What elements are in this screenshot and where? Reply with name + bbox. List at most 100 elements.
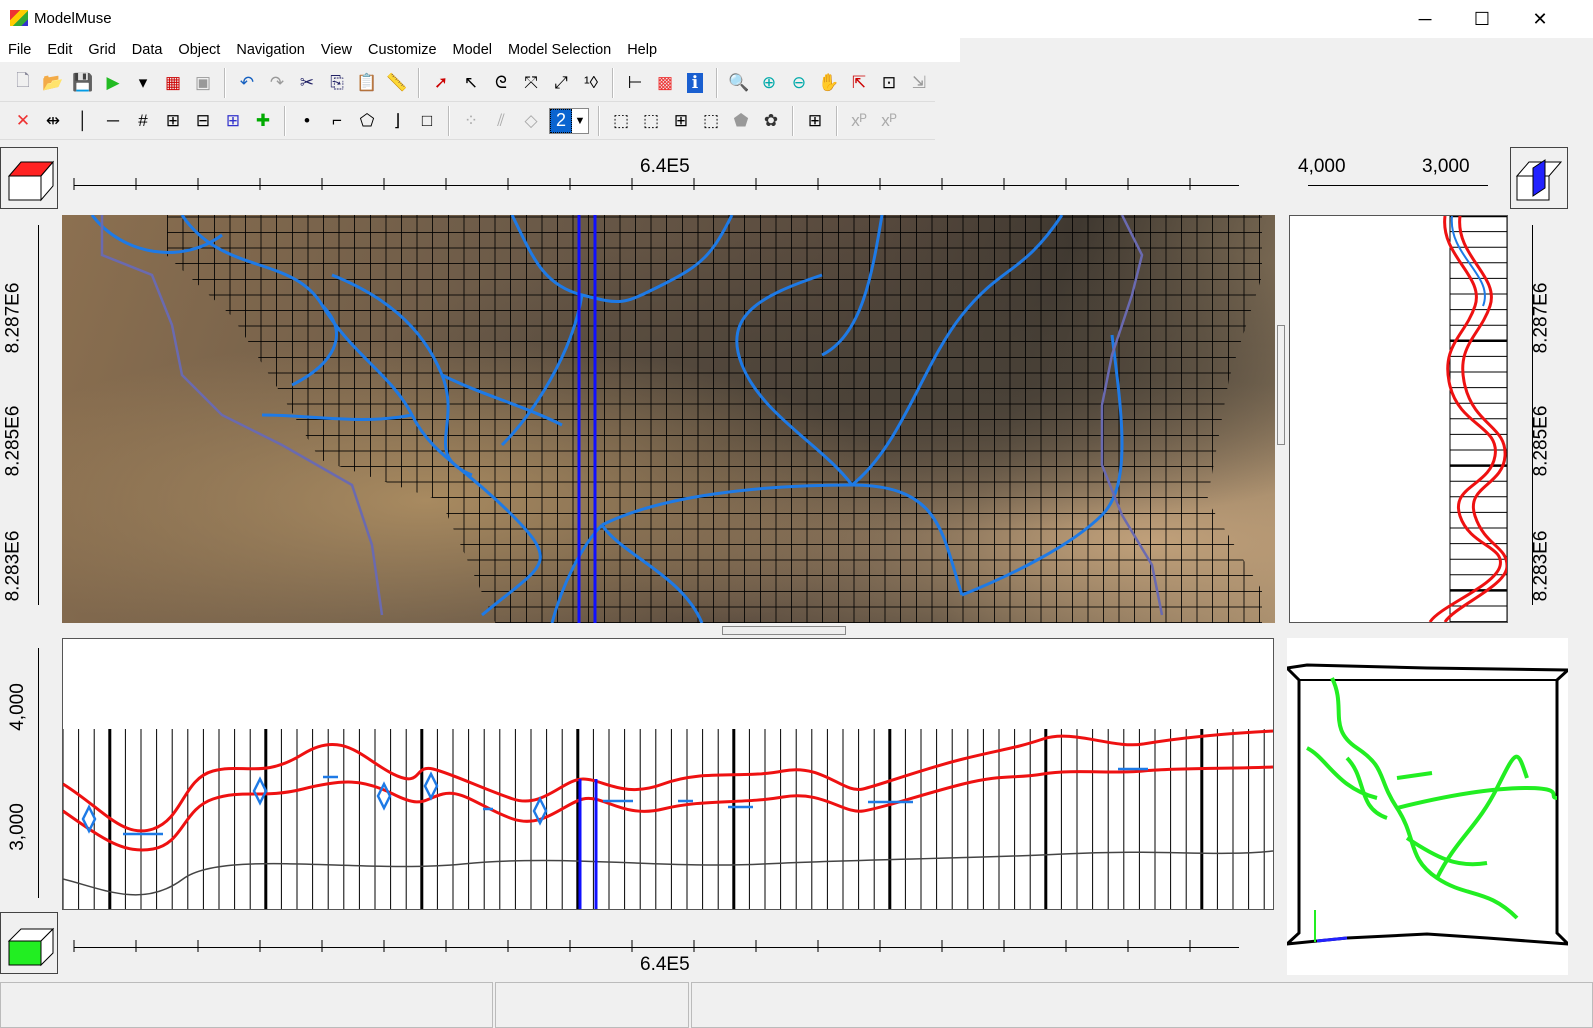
x-ruler-label: 3,000	[1422, 156, 1470, 178]
shapes-button[interactable]: ◇	[517, 107, 545, 135]
color-grid-button[interactable]: ▦	[159, 69, 187, 97]
lines-button[interactable]: ⫽	[487, 107, 515, 135]
save-button[interactable]: 💾	[69, 69, 97, 97]
paste-button[interactable]: 📋	[353, 69, 381, 97]
pan-hand-button[interactable]: ✋	[815, 69, 843, 97]
app-icon	[10, 10, 28, 26]
select-arrow-button[interactable]: ➚	[427, 69, 455, 97]
menu-view[interactable]: View	[313, 38, 360, 58]
cube-view-button[interactable]: ⬚	[607, 107, 635, 135]
cut-button[interactable]: ✂	[293, 69, 321, 97]
spacing-button[interactable]: ⊞	[159, 107, 187, 135]
zoom-extents-button[interactable]: ⇱	[845, 69, 873, 97]
generate-grid-button[interactable]: ⊞	[219, 107, 247, 135]
menu-model-selection[interactable]: Model Selection	[500, 38, 619, 58]
menu-object[interactable]: Object	[170, 38, 228, 58]
top-view-x-ruler: 6.4E5	[62, 148, 1277, 214]
side-view[interactable]	[1289, 215, 1508, 623]
top-view-cube-button[interactable]	[0, 147, 58, 209]
object-tree-button[interactable]: ⊢	[621, 69, 649, 97]
draw-polyline-icon: ⌐	[332, 111, 342, 131]
shapes-icon: ◇	[524, 111, 537, 131]
zoom-fit-button[interactable]: ⊡	[875, 69, 903, 97]
cube-side-button[interactable]: ⬚	[697, 107, 725, 135]
front-view-cube-button[interactable]	[0, 912, 58, 974]
draw-point-button[interactable]: •	[293, 107, 321, 135]
add-vertex-button[interactable]: ⤢	[547, 69, 575, 97]
zoom-extents-icon: ⇱	[852, 73, 866, 93]
vertex-value-button[interactable]: ¹◊	[577, 69, 605, 97]
smooth-grid-button[interactable]: ⊟	[189, 107, 217, 135]
delete-vertex-button[interactable]: ⤧	[517, 69, 545, 97]
menu-model[interactable]: Model	[445, 38, 501, 58]
lasso-button[interactable]: ᘓ	[487, 69, 515, 97]
menu-help[interactable]: Help	[619, 38, 665, 58]
draw-rectangle-button[interactable]: □	[413, 107, 441, 135]
y-ruler-label: 4,000	[7, 683, 29, 731]
top-view-map[interactable]	[62, 215, 1275, 623]
menu-grid[interactable]: Grid	[80, 38, 123, 58]
minimize-button[interactable]: ─	[1396, 0, 1454, 38]
blue-cube-icon	[1511, 148, 1567, 208]
menu-edit[interactable]: Edit	[39, 38, 80, 58]
close-button[interactable]: ✕	[1511, 0, 1569, 38]
redo-button[interactable]: ↷	[263, 69, 291, 97]
menu-file[interactable]: File	[0, 38, 39, 58]
chevron-down-icon[interactable]: ▼	[572, 109, 588, 133]
menu-navigation[interactable]: Navigation	[228, 38, 313, 58]
menu-customize[interactable]: Customize	[360, 38, 445, 58]
info-button[interactable]: ℹ	[681, 69, 709, 97]
zoom-button[interactable]: 🔍	[725, 69, 753, 97]
cube-top-button[interactable]: ⬚	[637, 107, 665, 135]
move-column-button[interactable]: ⇹	[39, 107, 67, 135]
info-icon: ℹ	[687, 73, 703, 93]
grid-button[interactable]: #	[129, 107, 157, 135]
copy-button[interactable]: ⎘	[323, 69, 351, 97]
add-row-button[interactable]: ─	[99, 107, 127, 135]
select-point-button[interactable]: ↖	[457, 69, 485, 97]
new-file-button[interactable]: 🗋	[9, 69, 37, 97]
points-button[interactable]: ⁘	[457, 107, 485, 135]
solid-shape-button[interactable]: ⬟	[727, 107, 755, 135]
copy-icon: ⎘	[330, 73, 344, 93]
zoom-previous-button[interactable]: ⇲	[905, 69, 933, 97]
layer-select[interactable]: 2▼	[549, 108, 589, 134]
side-view-cube-button[interactable]	[1510, 147, 1568, 209]
pilot-point2-button[interactable]: xᴾ	[875, 107, 903, 135]
draw-polygon-button[interactable]: ⬠	[353, 107, 381, 135]
measure-ruler-button[interactable]: 📏	[383, 69, 411, 97]
spacing-icon: ⊞	[166, 111, 180, 131]
splitter-handle[interactable]	[722, 626, 846, 635]
x-ruler-label: 4,000	[1298, 156, 1346, 178]
cube-grid-button[interactable]: ⊞	[667, 107, 695, 135]
pilot-point-button[interactable]: xᴾ	[845, 107, 873, 135]
draw-straight-line-icon: ⌋	[394, 111, 401, 131]
rotate-grid-button[interactable]: ✚	[249, 107, 277, 135]
points-icon: ⁘	[464, 111, 478, 131]
zoom-out-button[interactable]: ⊖	[785, 69, 813, 97]
draw-polyline-button[interactable]: ⌐	[323, 107, 351, 135]
export-image-icon: ▣	[195, 73, 211, 93]
y-ruler-label: 3,000	[7, 803, 29, 851]
run-model-button[interactable]: ▶	[99, 69, 127, 97]
export-image-button[interactable]: ▣	[189, 69, 217, 97]
blob-button[interactable]: ✿	[757, 107, 785, 135]
color-legend-button[interactable]: ▩	[651, 69, 679, 97]
y-ruler-label: 8.287E6	[2, 283, 24, 354]
open-file-button[interactable]: 📂	[39, 69, 67, 97]
maximize-button[interactable]: ☐	[1453, 0, 1511, 38]
undo-button[interactable]: ↶	[233, 69, 261, 97]
front-view[interactable]	[62, 638, 1274, 910]
front-view-y-ruler: 4,000 3,000	[0, 638, 60, 910]
delete-column-button[interactable]: ✕	[9, 107, 37, 135]
zoom-in-button[interactable]: ⊕	[755, 69, 783, 97]
grid-lines-button[interactable]: ⊞	[801, 107, 829, 135]
3d-view[interactable]	[1287, 638, 1568, 975]
menu-data[interactable]: Data	[124, 38, 171, 58]
add-column-button[interactable]: │	[69, 107, 97, 135]
vertical-splitter-handle[interactable]	[1277, 325, 1285, 445]
smooth-grid-icon: ⊟	[196, 111, 210, 131]
draw-straight-line-button[interactable]: ⌋	[383, 107, 411, 135]
front-view-x-ruler: 6.4E5	[62, 912, 1277, 978]
run-dropdown-button[interactable]: ▾	[129, 69, 157, 97]
